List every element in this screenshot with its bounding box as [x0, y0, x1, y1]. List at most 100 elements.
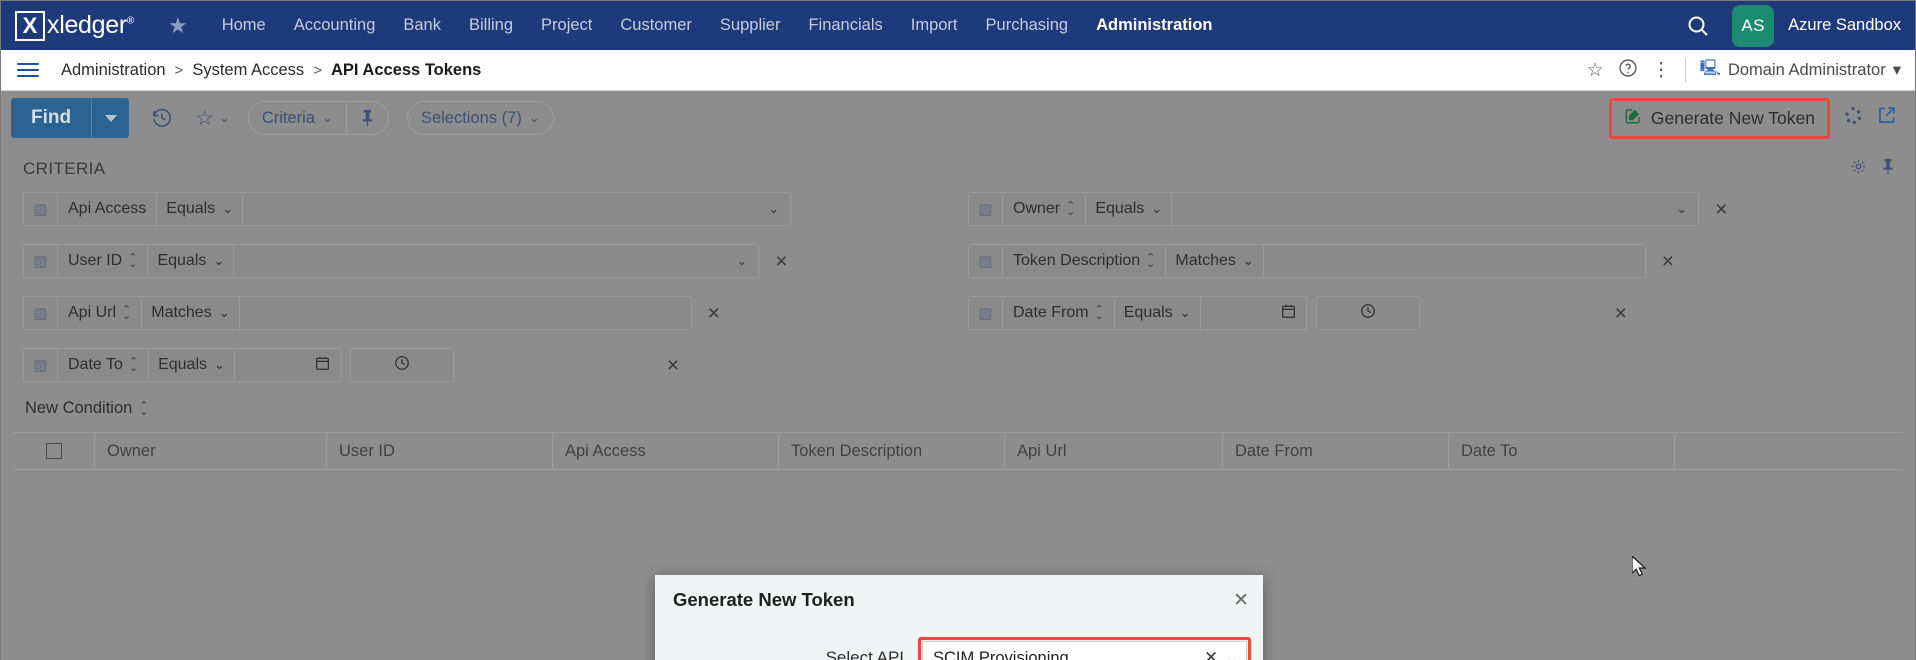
- criteria-toggle-icon[interactable]: ▨: [968, 192, 1002, 226]
- criteria-button[interactable]: Criteria ⌄: [249, 102, 346, 134]
- criteria-value-token-description[interactable]: [1263, 244, 1646, 278]
- nav-item-administration[interactable]: Administration: [1082, 16, 1226, 35]
- calendar-icon: [1281, 303, 1296, 323]
- criteria-toggle-icon[interactable]: ▨: [23, 244, 57, 278]
- criteria-toggle-icon[interactable]: ▨: [23, 296, 57, 330]
- avatar[interactable]: AS: [1732, 4, 1775, 47]
- criteria-operator-date-to[interactable]: Equals ⌄: [149, 348, 235, 382]
- criteria-field-label: Date From: [1013, 304, 1089, 321]
- updown-spinner-icon[interactable]: ⌃ ⌄: [1066, 201, 1075, 218]
- nav-item-customer[interactable]: Customer: [606, 16, 706, 35]
- external-link-icon[interactable]: [1876, 105, 1897, 132]
- pin-icon[interactable]: [345, 102, 388, 134]
- criteria-panel-header: CRITERIA: [13, 151, 1903, 187]
- breadcrumb-item-system-access[interactable]: System Access: [192, 61, 304, 80]
- favorites-icon[interactable]: ☆ ⌄: [195, 106, 230, 131]
- nav-item-home[interactable]: Home: [208, 16, 280, 35]
- criteria-operator-token-description[interactable]: Matches ⌄: [1166, 244, 1264, 278]
- domain-administrator-menu[interactable]: 🖳 Domain Administrator ▾: [1700, 57, 1901, 84]
- criteria-operator-user-id[interactable]: Equals ⌄: [148, 244, 235, 278]
- column-header-user-id[interactable]: User ID: [327, 433, 553, 469]
- find-button[interactable]: Find: [11, 98, 92, 138]
- updown-spinner-icon[interactable]: ⌃ ⌄: [1095, 305, 1104, 322]
- criteria-field-label: Date To: [68, 356, 123, 373]
- select-api-dropdown[interactable]: SCIM Provisioning ✕ ⌄: [922, 641, 1247, 660]
- criteria-date-input-date-from[interactable]: [1200, 296, 1307, 330]
- search-icon[interactable]: [1686, 14, 1710, 38]
- updown-spinner-icon[interactable]: ⌃ ⌄: [1146, 253, 1155, 270]
- criteria-value-api-url[interactable]: [239, 296, 692, 330]
- criteria-field-date-to[interactable]: Date To ⌃ ⌄: [57, 348, 150, 382]
- selections-pill[interactable]: Selections (7) ⌄: [406, 101, 554, 135]
- star-outline-icon[interactable]: ☆: [1587, 61, 1604, 80]
- tenant-name: Azure Sandbox: [1788, 16, 1901, 34]
- nav-item-project[interactable]: Project: [527, 16, 606, 35]
- criteria-field-api-access[interactable]: Api Access: [57, 192, 158, 226]
- criteria-field-owner[interactable]: Owner ⌃ ⌄: [1002, 192, 1087, 226]
- clear-x-icon[interactable]: ✕: [1204, 648, 1218, 660]
- updown-spinner-icon[interactable]: ⌃ ⌄: [129, 357, 138, 374]
- generate-new-token-button[interactable]: Generate New Token: [1614, 103, 1825, 134]
- criteria-toggle-icon[interactable]: ▨: [23, 192, 57, 226]
- criteria-row-token-description: ▨ Token Description ⌃ ⌄ Matches ⌄ ×: [958, 239, 1903, 283]
- criteria-time-input-date-to[interactable]: [349, 348, 454, 382]
- nav-item-billing[interactable]: Billing: [455, 16, 527, 35]
- star-icon[interactable]: ★: [168, 13, 188, 39]
- selections-button[interactable]: Selections (7) ⌄: [408, 102, 553, 134]
- criteria-field-api-url[interactable]: Api Url ⌃ ⌄: [57, 296, 143, 330]
- column-header-api-url[interactable]: Api Url: [1005, 433, 1223, 469]
- nav-item-purchasing[interactable]: Purchasing: [972, 16, 1083, 35]
- criteria-field-date-from[interactable]: Date From ⌃ ⌄: [1002, 296, 1115, 330]
- gear-icon[interactable]: [1850, 158, 1867, 180]
- criteria-field-token-description[interactable]: Token Description ⌃ ⌄: [1002, 244, 1167, 278]
- criteria-date-input-date-to[interactable]: [234, 348, 341, 382]
- spinner-dots-icon[interactable]: [1842, 105, 1864, 132]
- criteria-remove-api-url[interactable]: ×: [708, 303, 720, 324]
- updown-spinner-icon[interactable]: ⌃ ⌄: [128, 253, 137, 270]
- criteria-toggle-icon[interactable]: ▨: [23, 348, 57, 382]
- nav-item-bank[interactable]: Bank: [389, 16, 455, 35]
- criteria-toggle-icon[interactable]: ▨: [968, 296, 1002, 330]
- new-condition-button[interactable]: New Condition ⌃ ⌄: [13, 395, 1903, 428]
- updown-spinner-icon[interactable]: ⌃ ⌄: [139, 400, 148, 417]
- close-icon[interactable]: ✕: [1233, 591, 1249, 610]
- criteria-row-date-from: ▨ Date From ⌃ ⌄ Equals ⌄ ×: [958, 291, 1903, 335]
- criteria-remove-token-description[interactable]: ×: [1662, 251, 1674, 272]
- criteria-remove-date-from[interactable]: ×: [1615, 303, 1627, 324]
- criteria-value-owner[interactable]: ⌄: [1172, 192, 1700, 226]
- hamburger-menu-icon[interactable]: [17, 59, 39, 81]
- criteria-field-user-id[interactable]: User ID ⌃ ⌄: [57, 244, 149, 278]
- criteria-operator-date-from[interactable]: Equals ⌄: [1114, 296, 1201, 330]
- xledger-logo[interactable]: X xledger®: [15, 10, 134, 41]
- criteria-time-input-date-from[interactable]: [1315, 296, 1420, 330]
- chevron-down-icon[interactable]: ⌄: [1226, 650, 1238, 660]
- criteria-operator-api-url[interactable]: Matches ⌄: [142, 296, 240, 330]
- pin-icon[interactable]: [1881, 158, 1895, 180]
- criteria-operator-api-access[interactable]: Equals ⌄: [157, 192, 244, 226]
- history-clock-icon[interactable]: [151, 107, 173, 129]
- nav-item-supplier[interactable]: Supplier: [706, 16, 795, 35]
- nav-item-accounting[interactable]: Accounting: [280, 16, 390, 35]
- breadcrumb-item-administration[interactable]: Administration: [61, 61, 166, 80]
- nav-item-import[interactable]: Import: [897, 16, 972, 35]
- criteria-remove-date-to[interactable]: ×: [667, 355, 679, 376]
- column-header-token-description[interactable]: Token Description: [779, 433, 1005, 469]
- criteria-value-user-id[interactable]: ⌄: [234, 244, 760, 278]
- column-header-date-to[interactable]: Date To: [1449, 433, 1675, 469]
- updown-spinner-icon[interactable]: ⌃ ⌄: [122, 305, 131, 322]
- column-header-date-from[interactable]: Date From: [1223, 433, 1449, 469]
- criteria-toggle-icon[interactable]: ▨: [968, 244, 1002, 278]
- column-header-api-access[interactable]: Api Access: [553, 433, 779, 469]
- criteria-value-api-access[interactable]: ⌄: [243, 192, 792, 226]
- find-dropdown-button[interactable]: [91, 98, 130, 138]
- criteria-remove-user-id[interactable]: ×: [775, 251, 787, 272]
- vertical-ellipsis-icon[interactable]: ⋮: [1652, 61, 1671, 80]
- help-circle-icon[interactable]: [1618, 58, 1638, 82]
- criteria-operator-owner[interactable]: Equals ⌄: [1086, 192, 1173, 226]
- select-all-checkbox[interactable]: [13, 433, 95, 469]
- nav-item-financials[interactable]: Financials: [794, 16, 896, 35]
- criteria-remove-owner[interactable]: ×: [1715, 199, 1727, 220]
- column-header-owner[interactable]: Owner: [95, 433, 327, 469]
- divider: [1684, 58, 1686, 82]
- criteria-left-column: ▨ Api Access Equals ⌄ ⌄ ▨ User ID ⌃ ⌄ Eq…: [13, 187, 958, 395]
